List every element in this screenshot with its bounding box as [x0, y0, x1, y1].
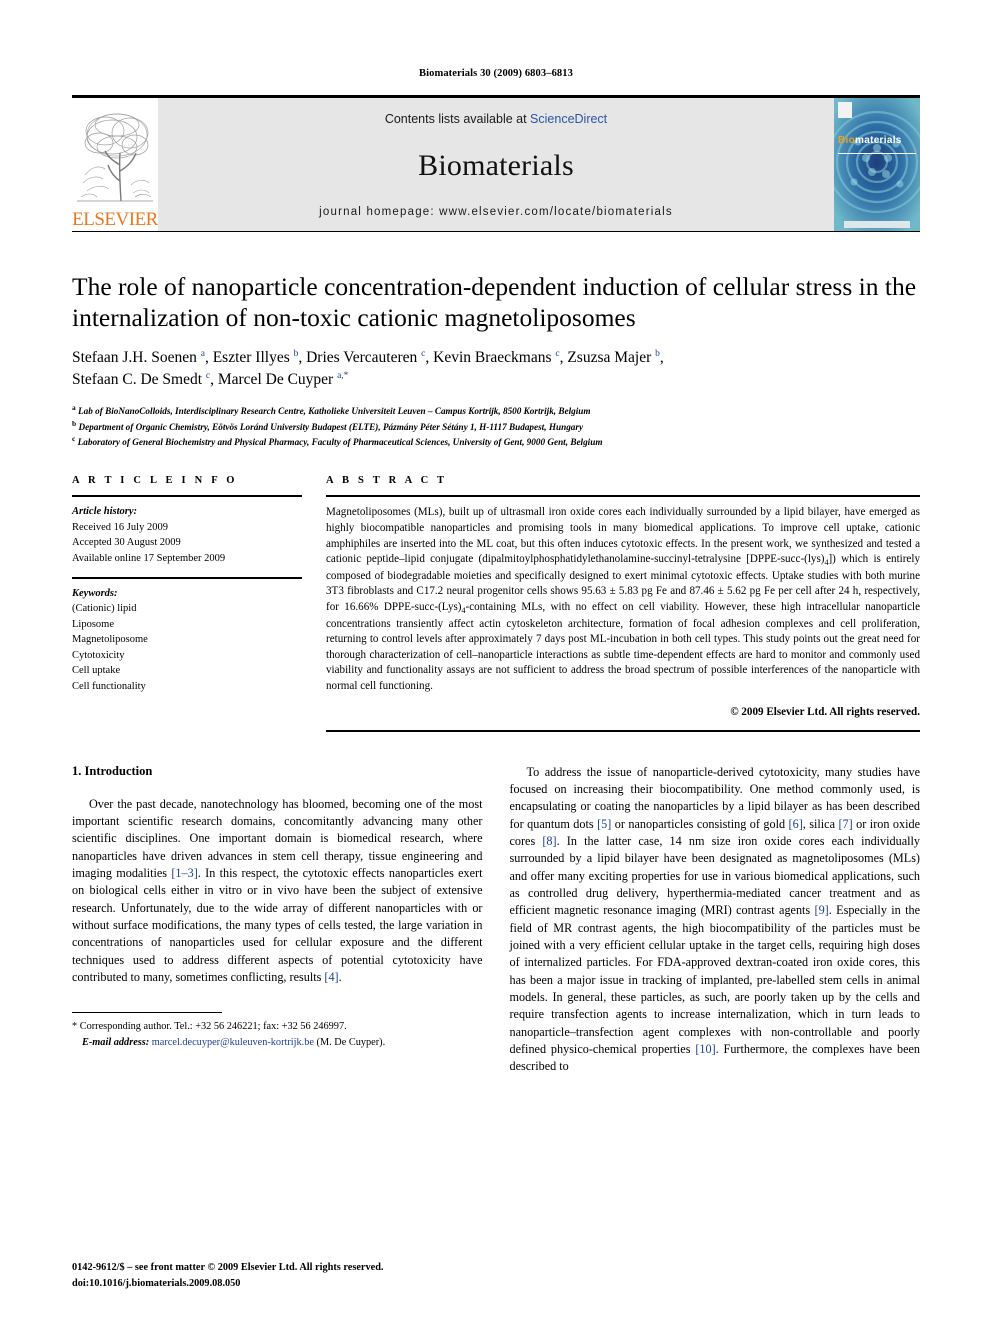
email-link[interactable]: marcel.decuyper@kuleuven-kortrijk.be: [152, 1037, 314, 1048]
keyword-item: Liposome: [72, 618, 114, 630]
author-list: Stefaan J.H. Soenen a, Eszter Illyes b, …: [72, 349, 664, 389]
elsevier-wordmark: ELSEVIER: [72, 209, 158, 230]
footnote-rule: [72, 1012, 222, 1019]
history-item: Accepted 30 August 2009: [72, 537, 181, 549]
doi-line: doi:10.1016/j.biomaterials.2009.08.050: [72, 1277, 241, 1289]
journal-title: Biomaterials: [418, 149, 574, 182]
body-columns: 1. Introduction Over the past decade, na…: [72, 764, 920, 1076]
email-label: E-mail address:: [82, 1036, 150, 1048]
page-footer: 0142-9612/$ – see front matter © 2009 El…: [72, 1260, 384, 1291]
keyword-item: Cell uptake: [72, 665, 121, 677]
affiliation-mark: c: [72, 434, 76, 443]
history-item: Available online 17 September 2009: [72, 553, 226, 564]
citation-ref[interactable]: [7]: [838, 817, 852, 831]
cover-title-first: Bio: [838, 135, 856, 147]
intro-paragraph-left: Over the past decade, nanotechnology has…: [72, 796, 483, 985]
abstract-text: Magnetoliposomes (MLs), built up of ultr…: [326, 506, 920, 693]
article-info-heading: A R T I C L E I N F O: [72, 475, 238, 487]
masthead-center: Contents lists available at ScienceDirec…: [158, 98, 834, 231]
author-affil-mark: a,*: [337, 371, 349, 382]
corresponding-author-note: * Corresponding author. Tel.: +32 56 246…: [72, 1021, 347, 1033]
author-affil-mark: c: [205, 371, 211, 382]
author-affil-mark: b: [655, 349, 660, 360]
email-note: E-mail address: marcel.decuyper@kuleuven…: [72, 1035, 483, 1050]
journal-homepage-link[interactable]: journal homepage: www.elsevier.com/locat…: [319, 206, 673, 218]
affiliation-item: b Department of Organic Chemistry, Eötvö…: [72, 419, 920, 434]
issn-line: 0142-9612/$ – see front matter © 2009 El…: [72, 1262, 384, 1274]
citation-ref[interactable]: [8]: [542, 834, 556, 848]
affiliation-text: Lab of BioNanoColloids, Interdisciplinar…: [78, 406, 591, 417]
journal-masthead: ELSEVIER Contents lists available at Sci…: [72, 95, 920, 232]
article-history-label: Article history:: [72, 506, 138, 518]
abstract-column: A B S T R A C T Magnetoliposomes (MLs), …: [326, 475, 920, 732]
contents-prefix: Contents lists available at: [384, 112, 531, 126]
author-affil-mark: a: [200, 349, 205, 360]
citation-ref[interactable]: [6]: [789, 817, 803, 831]
affiliation-mark: a: [72, 403, 76, 413]
citation-ref[interactable]: [9]: [815, 903, 829, 917]
author-affil-mark: c: [555, 349, 560, 360]
abstract-bottom-divider: [326, 729, 920, 732]
sciencedirect-link[interactable]: ScienceDirect: [530, 112, 607, 126]
cover-elsevier-mark: [838, 102, 852, 118]
keyword-item: (Cationic) lipid: [72, 603, 137, 615]
footnote-block: * Corresponding author. Tel.: +32 56 246…: [72, 1019, 483, 1050]
body-column-right: To address the issue of nanoparticle-der…: [510, 764, 921, 1076]
title-block: The role of nanoparticle concentration-d…: [72, 272, 920, 449]
citation-ref[interactable]: [10]: [695, 1042, 715, 1056]
affiliation-item: a Lab of BioNanoColloids, Interdisciplin…: [72, 403, 920, 418]
cover-divider: [838, 152, 916, 155]
abstract-copyright: © 2009 Elsevier Ltd. All rights reserved…: [730, 705, 920, 718]
citation-ref[interactable]: [4]: [324, 970, 338, 984]
keywords-block: Keywords: (Cationic) lipid Liposome Magn…: [72, 576, 302, 695]
affiliation-list: a Lab of BioNanoColloids, Interdisciplin…: [72, 403, 920, 449]
abstract-heading: A B S T R A C T: [326, 475, 448, 487]
citation-ref[interactable]: [5]: [597, 817, 611, 831]
cover-footer-band: [844, 221, 910, 228]
keyword-item: Cytotoxicity: [72, 649, 125, 661]
author-affil-mark: c: [421, 349, 426, 360]
body-column-left: 1. Introduction Over the past decade, na…: [72, 764, 483, 1076]
page-title: The role of nanoparticle concentration-d…: [72, 272, 917, 332]
email-owner: (M. De Cuyper).: [316, 1036, 386, 1048]
intro-paragraph-right: To address the issue of nanoparticle-der…: [509, 764, 921, 1074]
cover-title-rest: materials: [855, 135, 902, 147]
abstract-body: Magnetoliposomes (MLs), built up of ultr…: [326, 497, 920, 694]
affiliation-text: Department of Organic Chemistry, Eötvös …: [78, 421, 584, 432]
section-heading-introduction: 1. Introduction: [72, 763, 153, 778]
info-abstract-region: A R T I C L E I N F O Article history: R…: [72, 475, 920, 732]
contents-available-line: Contents lists available at ScienceDirec…: [385, 112, 607, 126]
article-history: Article history: Received 16 July 2009 A…: [72, 497, 302, 566]
keyword-item: Magnetoliposome: [72, 634, 148, 646]
running-head: Biomaterials 30 (2009) 6803–6813: [419, 68, 573, 79]
history-item: Received 16 July 2009: [72, 521, 168, 533]
journal-cover-thumbnail: Biomaterials: [834, 98, 920, 231]
cover-journal-title: Biomaterials: [838, 135, 902, 146]
affiliation-item: c Laboratory of General Biochemistry and…: [72, 434, 920, 449]
affiliation-text: Laboratory of General Biochemistry and P…: [77, 437, 603, 448]
author-affil-mark: b: [293, 349, 299, 360]
affiliation-mark: b: [72, 418, 77, 428]
elsevier-logo: ELSEVIER: [72, 98, 158, 231]
article-info-column: A R T I C L E I N F O Article history: R…: [72, 475, 302, 731]
keyword-item: Cell functionality: [72, 680, 146, 692]
elsevier-tree-icon: [75, 105, 155, 209]
keywords-label: Keywords:: [72, 587, 118, 599]
citation-ref[interactable]: [1–3]: [171, 866, 197, 880]
journal-article-page: Biomaterials 30 (2009) 6803–6813 ELSEVIE…: [0, 0, 992, 1323]
